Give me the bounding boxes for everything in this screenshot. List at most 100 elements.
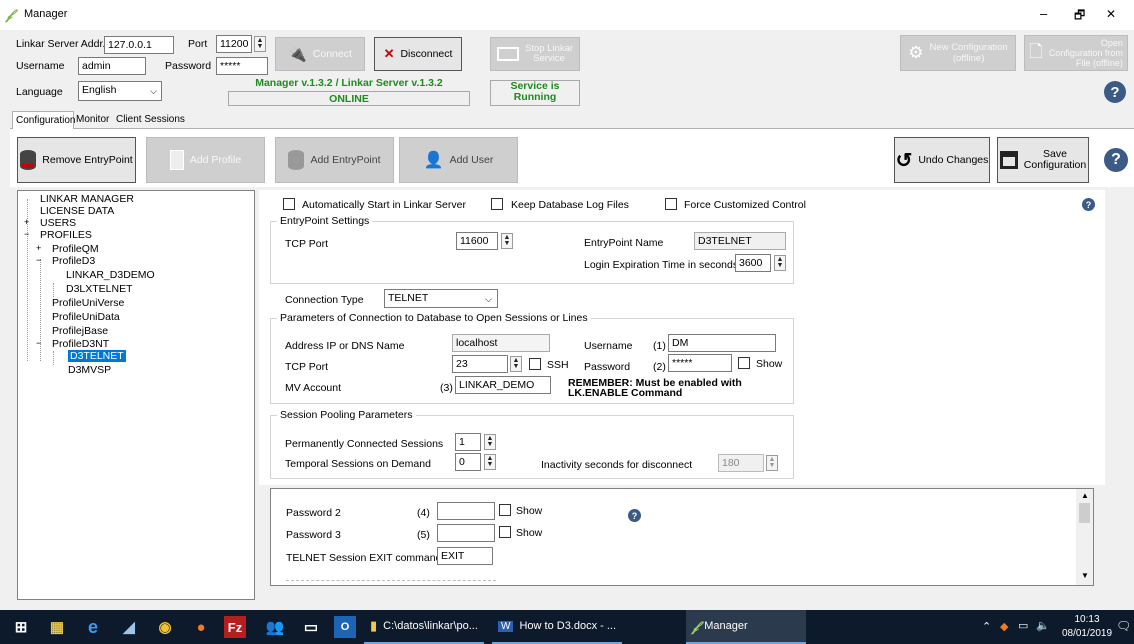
tree-item-profileuniverse[interactable]: ProfileUniVerse bbox=[52, 297, 124, 309]
scroll-thumb[interactable] bbox=[1079, 503, 1090, 523]
force-control-checkbox[interactable] bbox=[665, 198, 677, 210]
tree-item-linkar-d3demo[interactable]: LINKAR_D3DEMO bbox=[66, 269, 155, 281]
connection-type-select[interactable]: TELNET ⌵ bbox=[384, 289, 498, 308]
tray-app-icon[interactable]: ◆ bbox=[1000, 620, 1008, 633]
app-icon[interactable]: ◢ bbox=[116, 614, 142, 640]
extra-help-icon[interactable]: ? bbox=[628, 509, 641, 522]
clock-time[interactable]: 10:13 bbox=[1064, 614, 1110, 625]
save-configuration-button[interactable]: Save Configuration bbox=[997, 137, 1089, 183]
password3-input[interactable] bbox=[437, 524, 495, 542]
scrollbar-vertical[interactable]: ▲ ▼ bbox=[1076, 489, 1093, 585]
stop-service-button[interactable]: Stop Linkar Service bbox=[490, 37, 580, 71]
taskbar-explorer[interactable]: ▮ C:\datos\linkar\po... bbox=[364, 610, 484, 644]
firefox-icon[interactable]: ● bbox=[188, 614, 214, 640]
open-config-button[interactable]: 🗋 Open Configuration from File (offline) bbox=[1024, 35, 1128, 71]
windows-start-icon[interactable]: ⊞ bbox=[8, 614, 34, 640]
db-username-input[interactable]: DM bbox=[668, 334, 776, 352]
port-input[interactable]: 11200 bbox=[216, 35, 252, 53]
tab-client-sessions[interactable]: Client Sessions bbox=[116, 114, 185, 125]
password-input[interactable]: ***** bbox=[216, 57, 268, 75]
tree-item-d3lxtelnet[interactable]: D3LXTELNET bbox=[66, 283, 133, 295]
exit-command-input[interactable]: EXIT bbox=[437, 547, 493, 565]
port-spinner[interactable]: ▲ ▼ bbox=[254, 36, 266, 52]
taskbar-word[interactable]: W How to D3.docx - ... bbox=[492, 610, 622, 644]
tray-chevron-icon[interactable]: ⌃ bbox=[982, 620, 991, 633]
auto-start-checkbox[interactable] bbox=[283, 198, 295, 210]
ep-tcp-port-input[interactable]: 11600 bbox=[456, 232, 498, 250]
show-password2-checkbox[interactable] bbox=[499, 504, 511, 516]
close-button[interactable]: ✕ bbox=[1106, 7, 1116, 21]
ep-tcp-port-spinner[interactable]: ▲ ▼ bbox=[501, 233, 513, 249]
tree-item-d3telnet-selected[interactable]: D3TELNET bbox=[68, 350, 126, 362]
tree-item-d3mvsp[interactable]: D3MVSP bbox=[68, 364, 111, 376]
login-exp-input[interactable]: 3600 bbox=[735, 254, 771, 272]
add-profile-button[interactable]: Add Profile bbox=[146, 137, 265, 183]
people-icon[interactable]: 👥 bbox=[262, 614, 288, 640]
tree-collapse-profiles-icon[interactable]: − bbox=[24, 229, 29, 239]
tree-item-license-data[interactable]: LICENSE DATA bbox=[40, 205, 114, 217]
db-password-input[interactable]: ***** bbox=[668, 354, 732, 372]
language-select[interactable]: English ⌵ bbox=[78, 81, 162, 101]
network-icon[interactable]: ▭ bbox=[1018, 619, 1028, 632]
tree-item-profileunidata[interactable]: ProfileUniData bbox=[52, 311, 120, 323]
mv-account-input[interactable]: LINKAR_DEMO bbox=[455, 376, 551, 394]
server-addr-input[interactable]: 127.0.0.1 bbox=[104, 36, 174, 54]
outlook-icon[interactable]: O bbox=[334, 616, 356, 638]
edge-icon[interactable]: e bbox=[80, 614, 106, 640]
chrome-icon[interactable]: ◉ bbox=[152, 614, 178, 640]
db-tcp-port-spinner[interactable]: ▲ ▼ bbox=[510, 356, 522, 372]
maximize-button[interactable]: 🗗 bbox=[1074, 6, 1085, 27]
ep-name-input[interactable]: D3TELNET bbox=[694, 232, 786, 250]
help-icon[interactable]: ? bbox=[1104, 81, 1126, 103]
show-password-checkbox[interactable] bbox=[738, 357, 750, 369]
scroll-up-icon[interactable]: ▲ bbox=[1081, 491, 1089, 500]
tree-item-profilejbase[interactable]: ProfilejBase bbox=[52, 325, 108, 337]
tab-configuration[interactable]: Configuration bbox=[12, 111, 75, 130]
notifications-icon[interactable]: 🗨 bbox=[1116, 619, 1131, 633]
tree-item-linkar-manager[interactable]: LINKAR MANAGER bbox=[40, 193, 134, 205]
disconnect-button[interactable]: ✕ Disconnect bbox=[374, 37, 462, 71]
inactivity-spinner[interactable]: ▲ ▼ bbox=[766, 455, 778, 471]
taskbar-manager[interactable]: 𝒻 Manager bbox=[686, 610, 806, 644]
clock-date[interactable]: 08/01/2019 bbox=[1060, 628, 1114, 639]
connect-button[interactable]: 🔌 Connect bbox=[275, 37, 365, 71]
tab-monitor[interactable]: Monitor bbox=[76, 114, 109, 125]
tree-collapse-profiled3nt-icon[interactable]: − bbox=[36, 338, 41, 348]
options-help-icon[interactable]: ? bbox=[1082, 198, 1095, 211]
temporal-sessions-spinner[interactable]: ▲ ▼ bbox=[484, 454, 496, 470]
tree-expand-users-icon[interactable]: + bbox=[24, 217, 29, 227]
task-view-icon[interactable]: ▦ bbox=[44, 614, 70, 640]
scroll-down-icon[interactable]: ▼ bbox=[1081, 571, 1089, 580]
tree-item-profiles[interactable]: PROFILES bbox=[40, 229, 92, 241]
temporal-sessions-input[interactable]: 0 bbox=[455, 453, 481, 471]
minimize-button[interactable]: – bbox=[1040, 6, 1047, 21]
keep-logs-checkbox[interactable] bbox=[491, 198, 503, 210]
add-user-button[interactable]: 👤 Add User bbox=[399, 137, 518, 183]
toolbar-help-icon[interactable]: ? bbox=[1104, 148, 1128, 172]
tree-item-profileqm[interactable]: ProfileQM bbox=[52, 243, 99, 255]
tree-item-profiled3[interactable]: ProfileD3 bbox=[52, 255, 95, 267]
tree-expand-profileqm-icon[interactable]: + bbox=[36, 243, 41, 253]
add-entrypoint-button[interactable]: Add EntryPoint bbox=[275, 137, 394, 183]
password2-input[interactable] bbox=[437, 502, 495, 520]
version-label: Manager v.1.3.2 / Linkar Server v.1.3.2 bbox=[255, 77, 443, 89]
tree-item-users[interactable]: USERS bbox=[40, 217, 76, 229]
show-password3-checkbox[interactable] bbox=[499, 526, 511, 538]
username-input[interactable]: admin bbox=[78, 57, 146, 75]
inactivity-input[interactable]: 180 bbox=[718, 454, 764, 472]
remove-entrypoint-button[interactable]: Remove EntryPoint bbox=[17, 137, 136, 183]
terminal-icon[interactable]: ▭ bbox=[298, 614, 324, 640]
permanent-sessions-input[interactable]: 1 bbox=[455, 433, 481, 451]
permanent-sessions-spinner[interactable]: ▲ ▼ bbox=[484, 434, 496, 450]
new-config-button[interactable]: ⚙ New Configuration (offline) bbox=[900, 35, 1016, 71]
login-exp-spinner[interactable]: ▲ ▼ bbox=[774, 255, 786, 271]
ssh-checkbox[interactable] bbox=[529, 358, 541, 370]
filezilla-icon[interactable]: Fz bbox=[224, 616, 246, 638]
tree-item-profiled3nt[interactable]: ProfileD3NT bbox=[52, 338, 109, 350]
undo-changes-button[interactable]: ↺ Undo Changes bbox=[894, 137, 990, 183]
volume-icon[interactable]: 🔈 bbox=[1036, 619, 1050, 632]
db-tcp-port-input[interactable]: 23 bbox=[452, 355, 508, 373]
mv-account-label: MV Account bbox=[285, 382, 342, 394]
tree-collapse-profiled3-icon[interactable]: − bbox=[36, 255, 41, 265]
address-input[interactable]: localhost bbox=[452, 334, 550, 352]
